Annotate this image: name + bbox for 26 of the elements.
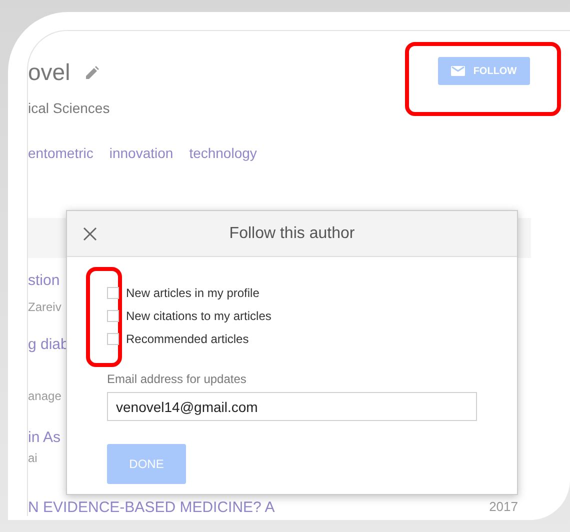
option-label: New citations to my articles bbox=[126, 308, 272, 324]
email-label: Email address for updates bbox=[107, 371, 248, 388]
checkbox[interactable] bbox=[107, 286, 119, 298]
option-label: New articles in my profile bbox=[126, 284, 260, 302]
done-button[interactable]: DONE bbox=[107, 444, 186, 484]
dialog-title: Follow this author bbox=[229, 224, 355, 244]
article-year: 2017 bbox=[489, 498, 518, 516]
pencil-icon[interactable] bbox=[86, 66, 100, 79]
article-authors: anage bbox=[28, 388, 62, 404]
article-title[interactable]: N EVIDENCE-BASED MEDICINE? A bbox=[28, 497, 275, 516]
article-title[interactable]: in As bbox=[28, 426, 61, 449]
author-name: ovel bbox=[28, 58, 70, 87]
follow-button[interactable]: FOLLOW bbox=[438, 57, 530, 85]
email-field[interactable]: venovel14@gmail.com bbox=[107, 392, 477, 421]
checkbox[interactable] bbox=[107, 310, 119, 322]
article-authors: ai bbox=[28, 450, 38, 467]
article-title[interactable]: stion bbox=[28, 270, 60, 292]
checkbox[interactable] bbox=[107, 332, 119, 344]
interest-link[interactable]: entometric bbox=[28, 142, 94, 164]
affiliation: ical Sciences bbox=[28, 98, 111, 118]
option-label: Recommended articles bbox=[126, 330, 249, 348]
article-authors: Zareiv bbox=[28, 299, 62, 316]
close-icon[interactable] bbox=[83, 226, 97, 240]
interest-link[interactable]: innovation bbox=[109, 142, 174, 164]
interest-link[interactable]: technology bbox=[189, 142, 257, 164]
envelope-icon bbox=[451, 66, 466, 76]
